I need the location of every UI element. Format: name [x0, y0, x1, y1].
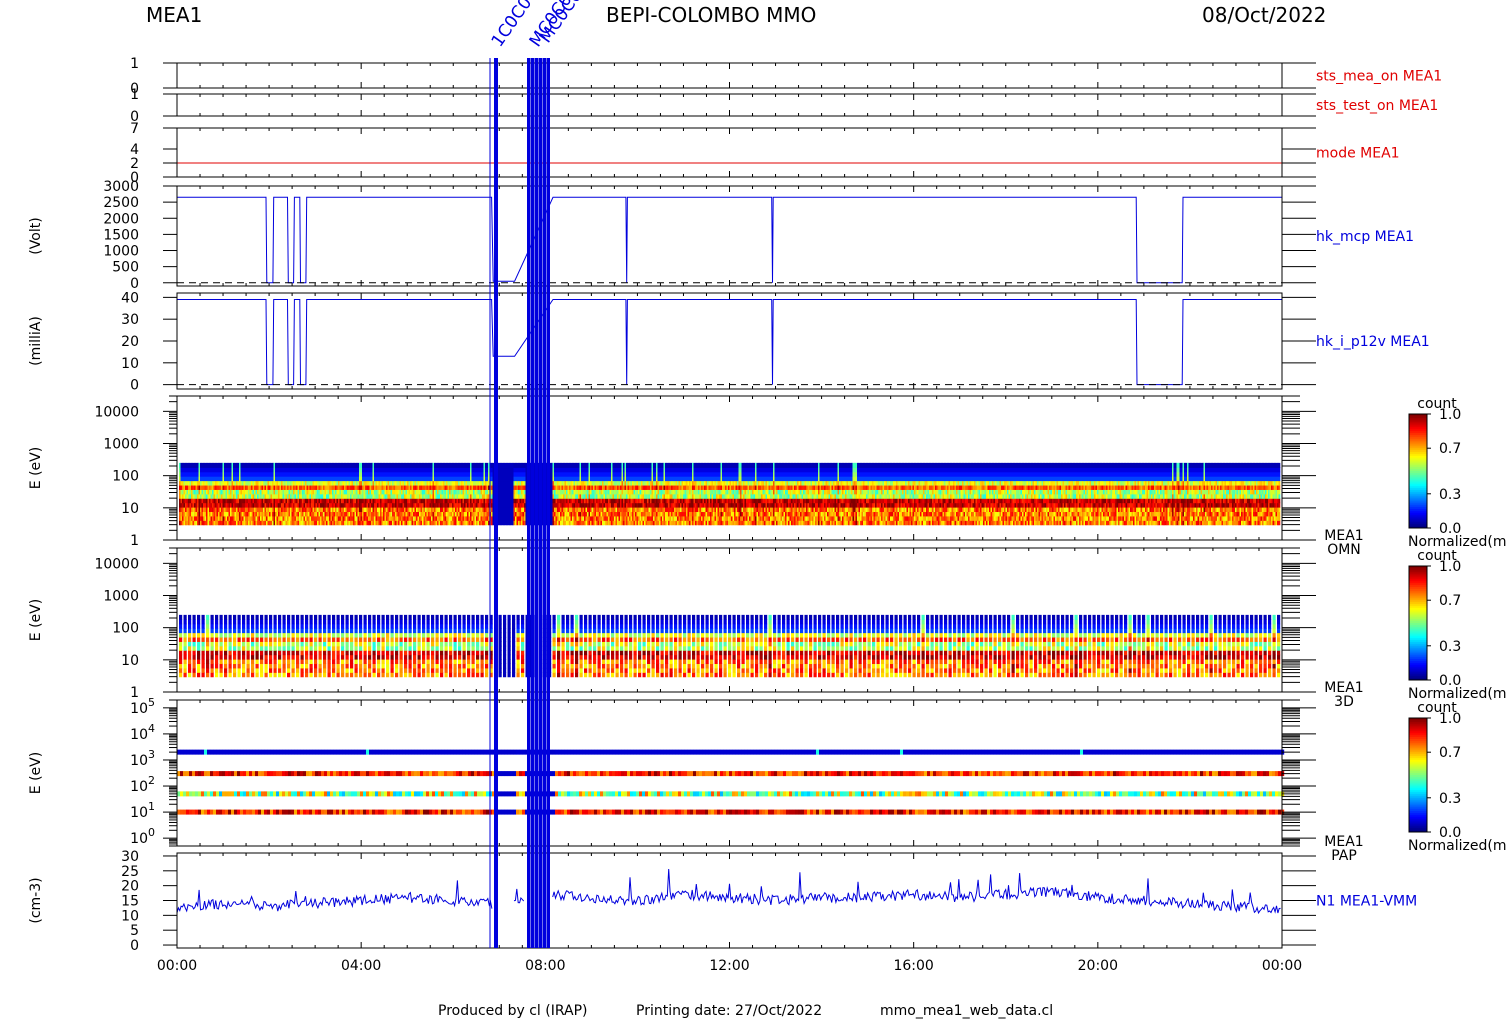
y-tick-label: 0 [130, 276, 139, 292]
panel-label: mode MEA1 [1316, 146, 1400, 162]
instrument-title: MEA1 [146, 3, 202, 27]
gap-label: 1C0C0 [488, 0, 537, 51]
y-tick-label: 500 [112, 260, 139, 276]
y-tick-label: 2000 [103, 211, 139, 227]
panel-mode: 7420mode MEA1 [130, 121, 1399, 186]
panel-sts_mea_on: 10sts_mea_on MEA1 [130, 56, 1442, 97]
y-tick-label: 10 [121, 356, 139, 372]
series-line [177, 299, 1282, 386]
panel-hk_mcp: 300025002000150010005000 (Volt) hk_mcp MEA… [28, 179, 1414, 292]
y-tick-label: 30 [121, 312, 139, 328]
y-tick-label: 40 [121, 290, 139, 306]
y-tick-label: 1 [130, 56, 139, 72]
panels: 10sts_mea_on MEA110sts_test_on MEA17420m… [28, 56, 1442, 954]
y-tick-label: 1 [130, 87, 139, 103]
panel-hk_i_p12v: 40 30 20 10 0 (milliA) hk_i_p12v MEA1 [28, 290, 1430, 393]
panel-label: sts_mea_on MEA1 [1316, 69, 1442, 85]
y-tick-label: 7 [130, 121, 139, 137]
panel-label: hk_mcp MEA1 [1316, 229, 1414, 245]
panel-label: sts_test_on MEA1 [1316, 98, 1438, 114]
date-title: 08/Oct/2022 [1202, 3, 1326, 27]
y-tick-label: 20 [121, 334, 139, 350]
panel-sts_test_on: 10sts_test_on MEA1 [130, 87, 1438, 125]
gap-annotation: 1C0C0 MC0C0 MC0C0 [488, 0, 587, 51]
y-tick-label: 1000 [103, 244, 139, 260]
panel-frame [176, 292, 1283, 390]
y-tick-label: 2500 [103, 195, 139, 211]
gap-label-3: MC0C0 [536, 0, 587, 47]
mission-title: BEPI-COLOMBO MMO [606, 3, 816, 27]
panel-frame [176, 185, 1283, 287]
y-axis-label: (milliA) [28, 316, 44, 366]
y-tick-label: 0 [130, 378, 139, 394]
y-tick-label: 1500 [103, 227, 139, 243]
y-axis-label: (Volt) [28, 217, 44, 254]
mea1-summary-plot: MEA1 BEPI-COLOMBO MMO 08/Oct/2022 1C0C0 … [28, 0, 1507, 1019]
y-tick-label: 3000 [103, 179, 139, 195]
series-line [177, 196, 1282, 284]
panel-frame [176, 127, 1283, 178]
panel-omn: 100001000100101E (eV)MEA1OMN [28, 395, 1364, 558]
panel-label: hk_i_p12v MEA1 [1316, 334, 1430, 350]
